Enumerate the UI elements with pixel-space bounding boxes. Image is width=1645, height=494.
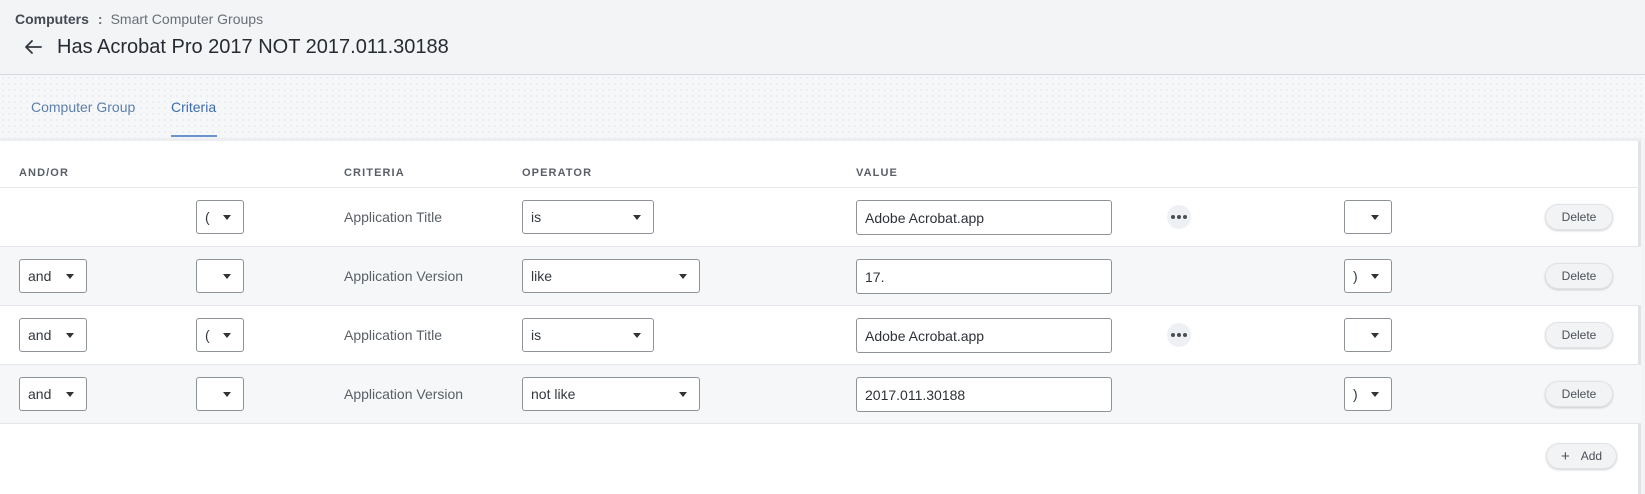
criteria-row: ( Application Title is Delete [0,187,1641,246]
operator-select[interactable]: is [522,318,654,352]
caret-down-icon [223,333,231,338]
criteria-row: and Application Version like ) Delete [0,246,1641,305]
plus-icon: + [1560,447,1570,465]
criteria-name: Application Version [344,268,464,284]
caret-down-icon [1371,274,1379,279]
caret-down-icon [1371,215,1379,220]
add-criteria-button[interactable]: + Add [1546,443,1617,469]
breadcrumb-separator: : [97,11,103,27]
value-input[interactable] [856,259,1112,294]
criteria-name: Application Title [344,209,443,225]
operator-value: like [531,268,553,284]
caret-down-icon [633,215,641,220]
operator-select[interactable]: is [522,200,654,234]
more-horizontal-icon[interactable] [1167,205,1191,229]
criteria-name: Application Title [344,327,443,343]
caret-down-icon [1371,333,1379,338]
page-title: Has Acrobat Pro 2017 NOT 2017.011.30188 [57,36,449,58]
operator-value: not like [531,386,576,402]
tab-criteria[interactable]: Criteria [171,99,216,115]
column-header-value: VALUE [856,167,898,179]
back-arrow-icon[interactable] [22,36,44,58]
operator-value: is [531,327,542,343]
tab-computer-group[interactable]: Computer Group [31,99,135,115]
close-paren-select[interactable]: ) [1344,259,1392,293]
delete-button[interactable]: Delete [1545,322,1613,348]
open-paren-select[interactable]: ( [196,200,244,234]
value-input[interactable] [856,200,1112,235]
operator-select[interactable]: like [522,259,700,293]
caret-down-icon [66,392,74,397]
caret-down-icon [66,333,74,338]
add-button-label: Add [1580,449,1603,463]
criteria-name: Application Version [344,386,464,402]
close-paren-select[interactable] [1344,318,1392,352]
more-horizontal-icon[interactable] [1167,323,1191,347]
column-header-criteria: CRITERIA [344,167,405,179]
operator-select[interactable]: not like [522,377,700,411]
criteria-row: and Application Version not like ) Delet… [0,364,1641,423]
criteria-row: and ( Application Title is Delete [0,305,1641,364]
close-paren-value: ) [1353,268,1358,284]
close-paren-select[interactable] [1344,200,1392,234]
and-or-select[interactable]: and [19,259,87,293]
active-tab-indicator [171,135,217,137]
value-input[interactable] [856,377,1112,412]
caret-down-icon [679,274,687,279]
caret-down-icon [1371,392,1379,397]
operator-value: is [531,209,542,225]
open-paren-value: ( [205,327,210,343]
and-or-value: and [28,268,52,284]
caret-down-icon [223,274,231,279]
close-paren-value: ) [1353,386,1358,402]
and-or-select[interactable]: and [19,377,87,411]
open-paren-select[interactable] [196,259,244,293]
and-or-select[interactable]: and [19,318,87,352]
and-or-value: and [28,386,52,402]
page-header: Computers : Smart Computer Groups Has Ac… [0,0,1645,75]
value-input[interactable] [856,318,1112,353]
delete-button[interactable]: Delete [1545,381,1613,407]
caret-down-icon [66,274,74,279]
breadcrumb-computers-link[interactable]: Computers [15,11,89,27]
open-paren-select[interactable] [196,377,244,411]
breadcrumb: Computers : Smart Computer Groups [15,11,263,27]
caret-down-icon [223,215,231,220]
open-paren-select[interactable]: ( [196,318,244,352]
open-paren-value: ( [205,209,210,225]
delete-button[interactable]: Delete [1545,204,1613,230]
criteria-table: AND/OR CRITERIA OPERATOR VALUE ( Applica… [0,138,1641,494]
caret-down-icon [223,392,231,397]
close-paren-select[interactable]: ) [1344,377,1392,411]
delete-button[interactable]: Delete [1545,263,1613,289]
and-or-value: and [28,327,52,343]
caret-down-icon [633,333,641,338]
caret-down-icon [679,392,687,397]
breadcrumb-current: Smart Computer Groups [110,11,264,27]
tab-bar: Computer Group Criteria [0,75,1645,138]
column-header-operator: OPERATOR [522,167,593,179]
table-bottom-divider [0,423,1641,424]
column-header-and-or: AND/OR [19,167,69,179]
